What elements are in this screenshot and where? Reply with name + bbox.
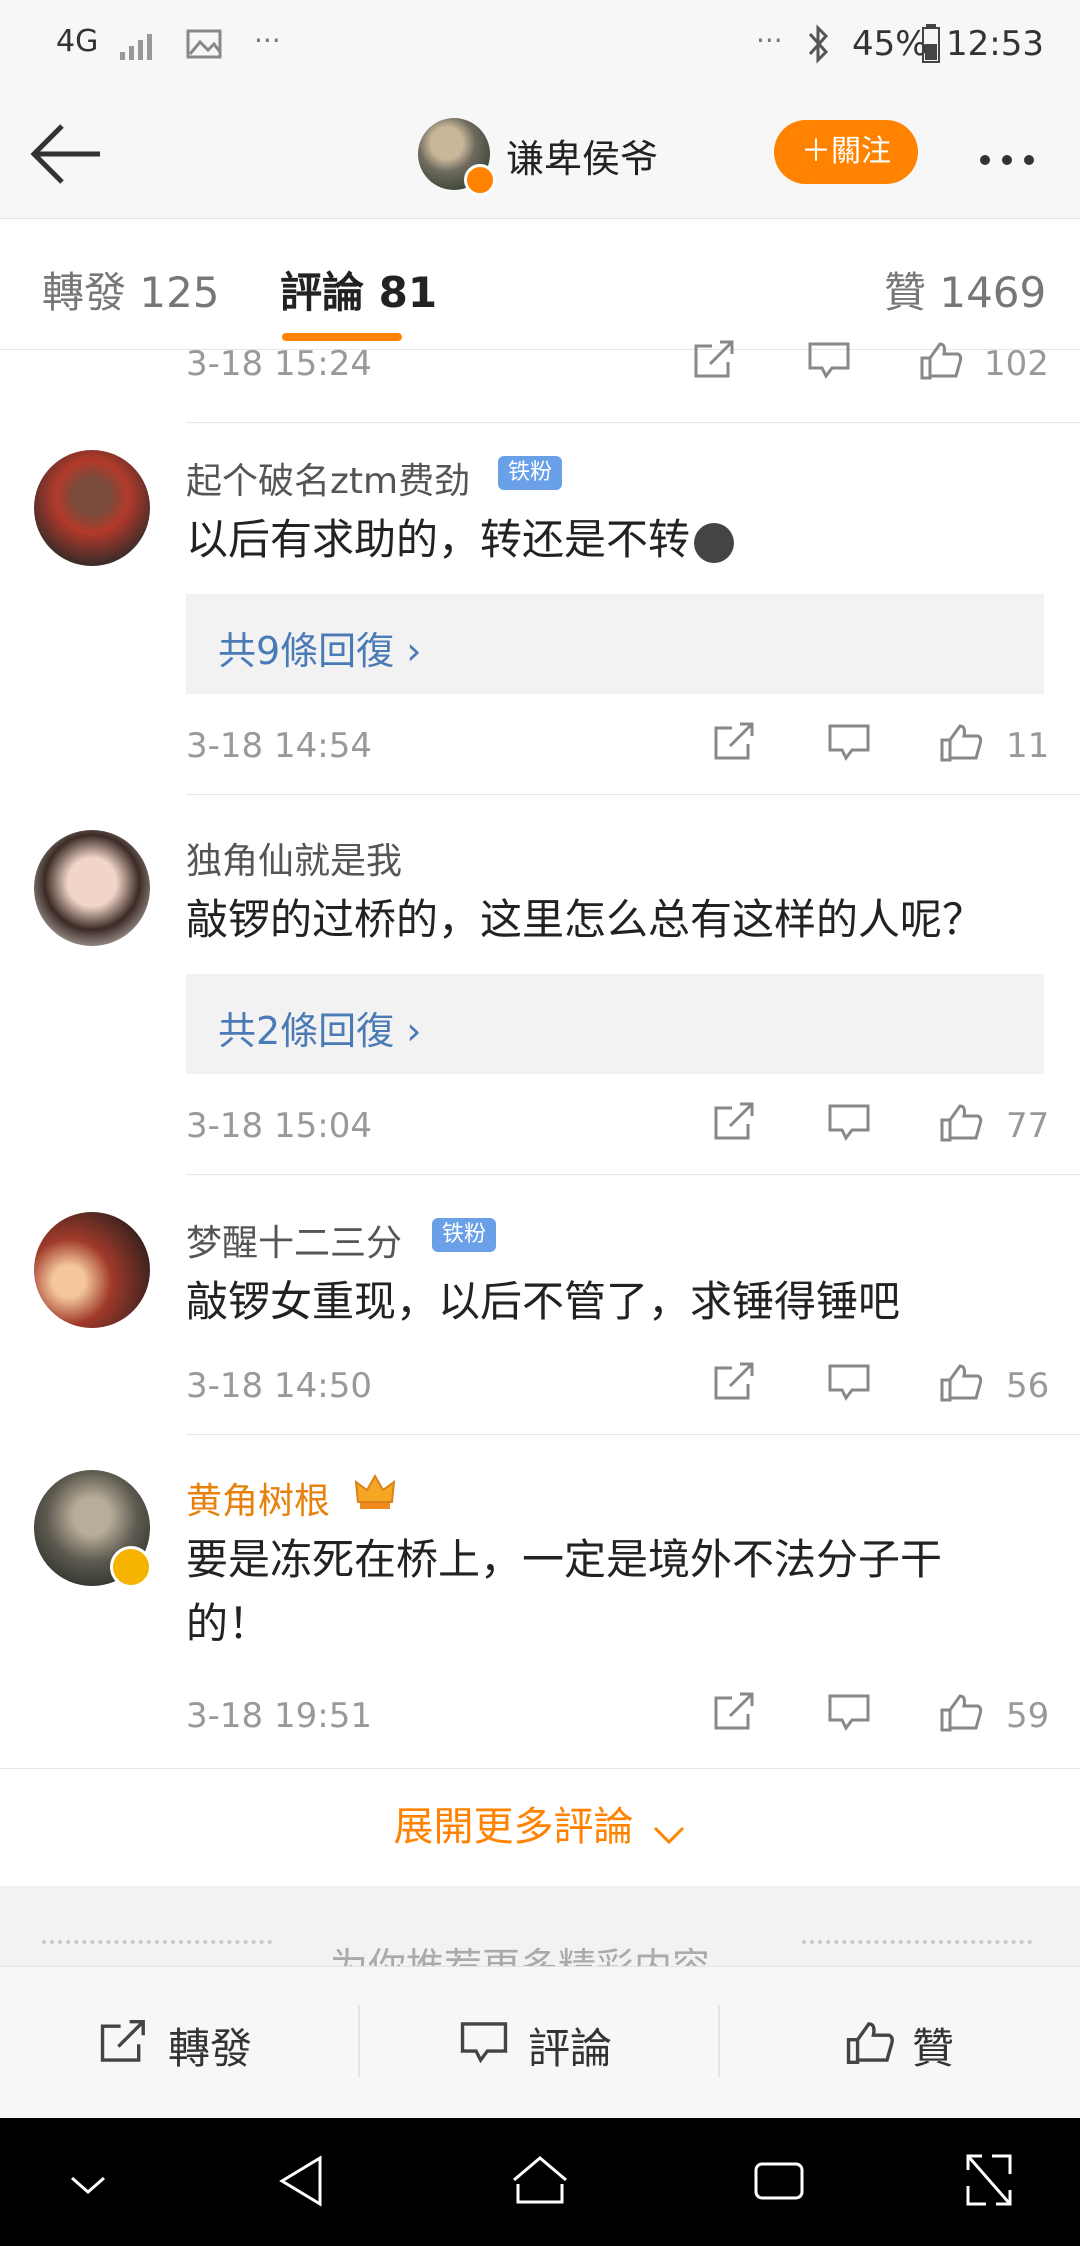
keyboard-hide-icon[interactable] (66, 2166, 110, 2200)
reply-count[interactable]: 共9條回復 › (218, 620, 421, 675)
fan-badge: 铁粉 (432, 1218, 497, 1252)
comment-text: 要是冻死在桥上，一定是境外不法分子干的！ (186, 1535, 943, 1648)
more-options-icon[interactable] (980, 150, 1046, 169)
like-icon[interactable] (844, 2019, 896, 2065)
tab-reposts[interactable]: 轉發 125 (42, 259, 220, 320)
reply-icon[interactable] (806, 340, 852, 380)
reply-count[interactable]: 共2條回復 › (218, 1000, 421, 1055)
bottom-action-bar: 轉發 評論 贊 (0, 1966, 1080, 2119)
reply-icon[interactable] (826, 1102, 872, 1142)
separator (358, 2005, 360, 2077)
battery-icon (922, 24, 940, 63)
home-icon[interactable] (510, 2154, 570, 2208)
dotted-line (42, 1940, 272, 1944)
like-icon[interactable] (938, 1102, 984, 1142)
notification-dots: ··· (254, 24, 281, 57)
recommend-section-header: 为你推荐更多精彩内容 (0, 1886, 1080, 1966)
commenter-avatar[interactable] (34, 830, 150, 946)
like-count: 56 (1006, 1366, 1050, 1406)
like-count: 59 (1006, 1696, 1050, 1736)
comment-time: 3-18 15:04 (186, 1106, 372, 1146)
share-icon[interactable] (712, 722, 758, 762)
like-button[interactable]: 贊 (912, 2015, 954, 2076)
divider (186, 794, 1080, 795)
repost-icon[interactable] (98, 2019, 150, 2065)
comment-button[interactable]: 評論 (528, 2015, 612, 2076)
share-icon[interactable] (712, 1692, 758, 1732)
recent-apps-icon[interactable] (752, 2158, 806, 2204)
author-name[interactable]: 谦卑侯爷 (506, 128, 658, 183)
active-tab-indicator (282, 333, 402, 341)
fan-badge: 铁粉 (498, 456, 563, 490)
clock: 12:53 (946, 24, 1044, 64)
comment-time: 3-18 19:51 (186, 1696, 372, 1736)
reply-icon[interactable] (826, 1362, 872, 1402)
like-count: 11 (1006, 726, 1050, 766)
top-nav: 谦卑侯爷 ＋關注 (0, 92, 1080, 219)
image-icon (186, 29, 222, 59)
like-icon[interactable] (918, 340, 964, 380)
expand-label[interactable]: 展開更多評論 (393, 1804, 633, 1850)
like-icon[interactable] (938, 722, 984, 762)
comment-time: 3-18 15:24 (186, 344, 372, 384)
status-more-dots: ··· (756, 24, 783, 57)
like-count: 102 (984, 344, 1049, 384)
verified-v-icon (110, 1546, 152, 1588)
chevron-down-icon (653, 1826, 684, 1844)
commenter-name[interactable]: 黄角树根 (186, 1472, 330, 1524)
like-count: 77 (1006, 1106, 1050, 1146)
rotate-screen-icon[interactable] (962, 2152, 1016, 2208)
comment-time: 3-18 14:54 (186, 726, 372, 766)
repost-button[interactable]: 轉發 (168, 2015, 252, 2076)
comment-time: 3-18 14:50 (186, 1366, 372, 1406)
crown-icon (354, 1473, 396, 1509)
emoji-icon (694, 522, 735, 563)
comment-icon[interactable] (458, 2019, 510, 2065)
dotted-line (802, 1940, 1032, 1944)
comment-text: 敲锣女重现，以后不管了，求锤得锤吧 (186, 1277, 901, 1326)
divider (186, 422, 1080, 423)
commenter-name[interactable]: 独角仙就是我 (186, 832, 402, 884)
commenter-avatar[interactable] (34, 450, 150, 566)
back-icon[interactable] (276, 2154, 326, 2208)
expand-more-comments-button[interactable]: 展開更多評論 (0, 1768, 1080, 1885)
reply-icon[interactable] (826, 1692, 872, 1732)
share-icon[interactable] (712, 1102, 758, 1142)
tab-bar: 轉發 125 評論 81 贊 1469 (0, 219, 1080, 350)
tab-likes[interactable]: 贊 1469 (884, 259, 1046, 320)
reply-thread-link[interactable]: 共9條回復 › (186, 594, 1044, 694)
reply-icon[interactable] (826, 722, 872, 762)
commenter-name[interactable]: 起个破名ztm费劲 (186, 452, 470, 504)
verified-badge-icon (464, 164, 496, 196)
commenter-avatar[interactable] (34, 1212, 150, 1328)
bluetooth-icon (808, 24, 829, 64)
like-icon[interactable] (938, 1362, 984, 1402)
follow-button[interactable]: ＋關注 (774, 120, 918, 184)
comment-text: 以后有求助的，转还是不转 (186, 508, 1046, 572)
like-icon[interactable] (938, 1692, 984, 1732)
system-nav-bar (0, 2118, 1080, 2246)
separator (718, 2005, 720, 2077)
back-arrow-icon[interactable] (28, 120, 104, 188)
recommend-title: 为你推荐更多精彩内容 (330, 1936, 710, 1966)
battery-percent: 45% (852, 24, 928, 64)
tab-comments[interactable]: 評論 81 (280, 259, 437, 320)
status-bar: 4G ··· ··· 45% 12:53 (0, 0, 1080, 92)
share-icon[interactable] (712, 1362, 758, 1402)
share-icon[interactable] (692, 340, 738, 380)
network-indicator: 4G (56, 24, 99, 59)
commenter-name[interactable]: 梦醒十二三分 (186, 1214, 402, 1266)
divider (186, 1174, 1080, 1175)
divider (186, 1434, 1080, 1435)
reply-thread-link[interactable]: 共2條回復 › (186, 974, 1044, 1074)
comment-text: 敲锣的过桥的，这里怎么总有这样的人呢？ (186, 895, 985, 944)
signal-icon (120, 34, 152, 60)
